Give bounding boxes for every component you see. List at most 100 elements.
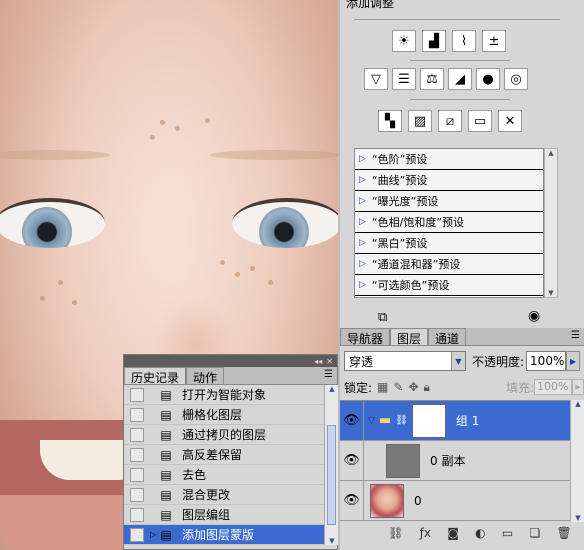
- document-icon: ▤: [160, 447, 172, 462]
- selective-color-icon[interactable]: ✕: [498, 110, 522, 132]
- tab-layers[interactable]: 图层: [390, 328, 429, 346]
- gradient-map-icon[interactable]: ▭: [468, 110, 492, 132]
- preset-item[interactable]: ▷ “色阶”预设: [355, 149, 543, 170]
- threshold-icon[interactable]: ⧄: [438, 110, 462, 132]
- history-list: ▤ 打开为智能对象 ▤ 栅格化图层 ▤ 通过拷贝的图层 ▤ 高反差保留 ▤ 去色 ▤ 混合更…: [124, 385, 324, 545]
- opacity-input[interactable]: 100%: [526, 351, 567, 371]
- layer-row-group-1[interactable]: 👁︎ ▽ ▬ ⛓ 组 1: [340, 400, 570, 441]
- snapshot-checkbox[interactable]: [130, 467, 144, 482]
- history-item[interactable]: ▤ 混合更改: [124, 485, 324, 505]
- hue-saturation-icon[interactable]: ☰: [392, 68, 416, 90]
- preset-item[interactable]: ▷ “曝光度”预设: [355, 191, 543, 212]
- eye-icon[interactable]: 👁︎: [340, 480, 364, 521]
- presets-list: ▷ “色阶”预设 ▷ “曲线”预设 ▷ “曝光度”预设 ▷ “色相/饱和度”预设 ▷ “黑…: [354, 148, 544, 298]
- tab-channels[interactable]: 通道: [428, 328, 467, 346]
- close-icon[interactable]: ✕: [326, 357, 333, 366]
- channel-mixer-icon[interactable]: ◎: [504, 68, 528, 90]
- layers-tabs: 导航器 图层 通道 ☰: [340, 328, 584, 346]
- preset-item[interactable]: ▷ “可选颜色”预设: [355, 275, 543, 296]
- layer-style-icon[interactable]: ƒx: [420, 526, 431, 540]
- preset-item[interactable]: ▷ “黑白”预设: [355, 233, 543, 254]
- scroll-down-icon[interactable]: ▼: [571, 514, 584, 522]
- snapshot-checkbox[interactable]: [130, 427, 144, 442]
- adjustment-layer-icon[interactable]: ◐: [475, 526, 485, 540]
- history-item[interactable]: ▤ 栅格化图层: [124, 405, 324, 425]
- invert-icon[interactable]: ▚: [378, 110, 402, 132]
- tab-history[interactable]: 历史记录: [124, 367, 187, 385]
- new-layer-icon[interactable]: ❏: [530, 526, 541, 540]
- snapshot-checkbox[interactable]: [130, 507, 144, 522]
- curves-icon[interactable]: ⌇: [452, 30, 476, 52]
- posterize-icon[interactable]: ▨: [408, 110, 432, 132]
- scroll-up-icon[interactable]: ▲: [545, 149, 557, 157]
- history-item[interactable]: ▤ 打开为智能对象: [124, 385, 324, 405]
- clip-to-layer-icon[interactable]: ⧉: [378, 310, 387, 325]
- panel-titlebar[interactable]: ◂◂ ✕: [124, 355, 337, 367]
- layer-row-0-copy[interactable]: 👁︎ 0 副本: [340, 440, 570, 481]
- panel-menu-icon[interactable]: ☰: [571, 330, 580, 341]
- layers-scrollbar[interactable]: ▲ ▼: [570, 400, 584, 522]
- history-item[interactable]: ▤ 去色: [124, 465, 324, 485]
- layer-name: 0: [414, 493, 422, 508]
- scroll-up-icon[interactable]: ▲: [571, 400, 584, 408]
- layer-list: 👁︎ ▽ ▬ ⛓ 组 1 👁︎ 0 副本 👁︎ 0: [340, 400, 570, 522]
- vibrance-icon[interactable]: ▽: [364, 68, 388, 90]
- tab-navigator[interactable]: 导航器: [340, 328, 391, 346]
- collapse-icon[interactable]: ◂◂: [314, 357, 322, 366]
- layer-row-0[interactable]: 👁︎ 0: [340, 480, 570, 521]
- add-mask-icon[interactable]: ◙: [447, 526, 459, 540]
- expand-icon: ▷: [359, 154, 366, 164]
- expand-icon: ▷: [359, 259, 366, 269]
- link-layers-icon[interactable]: ⛓: [388, 526, 403, 540]
- eye-icon[interactable]: 👁︎: [340, 440, 364, 481]
- brightness-icon[interactable]: ☀: [392, 30, 416, 52]
- layer-thumbnail: [386, 443, 420, 478]
- expand-icon[interactable]: ▽: [368, 416, 375, 426]
- blend-mode-select[interactable]: 穿透 ▼: [344, 351, 466, 371]
- layer-name: 0 副本: [430, 454, 466, 468]
- delete-layer-icon[interactable]: 🗑︎: [557, 526, 572, 540]
- new-group-icon[interactable]: ▭: [502, 526, 513, 540]
- snapshot-checkbox[interactable]: [130, 387, 144, 402]
- levels-icon[interactable]: ▟: [422, 30, 446, 52]
- fill-slider-icon[interactable]: ▶: [572, 379, 584, 395]
- snapshot-checkbox[interactable]: [130, 487, 144, 502]
- mask-thumbnail[interactable]: [411, 403, 446, 438]
- history-item[interactable]: ▤ 通过拷贝的图层: [124, 425, 324, 445]
- preset-item[interactable]: ▷ “通道混和器”预设: [355, 254, 543, 275]
- lock-all-icon[interactable]: 🔒︎: [424, 380, 430, 395]
- lock-transparency-icon[interactable]: ▦: [377, 380, 388, 394]
- scroll-thumb[interactable]: [327, 425, 336, 525]
- history-item-selected[interactable]: ▷ ▤ 添加图层蒙版: [124, 525, 324, 545]
- divider: [354, 19, 560, 20]
- folder-icon: ▬: [378, 413, 392, 428]
- visibility-toggle-icon[interactable]: ◉: [528, 308, 540, 324]
- preset-item[interactable]: ▷ “色相/饱和度”预设: [355, 212, 543, 233]
- preset-item[interactable]: ▷ “曲线”预设: [355, 170, 543, 191]
- opacity-slider-icon[interactable]: ▶: [566, 351, 581, 371]
- panel-menu-icon[interactable]: ☰: [324, 369, 333, 380]
- presets-scrollbar[interactable]: ▲ ▼: [544, 148, 558, 298]
- eye-icon[interactable]: 👁︎: [340, 400, 364, 441]
- scroll-up-icon[interactable]: ▲: [325, 385, 339, 393]
- snapshot-checkbox[interactable]: [130, 527, 144, 542]
- black-white-icon[interactable]: ◢: [448, 68, 472, 90]
- history-scrollbar[interactable]: ▲ ▼: [324, 385, 338, 545]
- photo-filter-icon[interactable]: ●: [476, 68, 500, 90]
- snapshot-checkbox[interactable]: [130, 447, 144, 462]
- history-item[interactable]: ▤ 高反差保留: [124, 445, 324, 465]
- document-icon: ▤: [160, 407, 172, 422]
- fill-input[interactable]: 100%: [534, 379, 572, 395]
- exposure-icon[interactable]: ±: [482, 30, 506, 52]
- layer-name: 组 1: [455, 414, 480, 428]
- tab-actions[interactable]: 动作: [186, 367, 225, 385]
- expand-icon: ▷: [359, 175, 366, 185]
- link-icon[interactable]: ⛓: [395, 415, 408, 426]
- snapshot-checkbox[interactable]: [130, 407, 144, 422]
- history-item[interactable]: ▤ 图层编组: [124, 505, 324, 525]
- scroll-down-icon[interactable]: ▼: [325, 537, 339, 545]
- lock-pixels-icon[interactable]: ✎: [393, 380, 403, 394]
- scroll-down-icon[interactable]: ▼: [545, 289, 557, 297]
- lock-position-icon[interactable]: ✥: [408, 380, 418, 394]
- color-balance-icon[interactable]: ⚖: [420, 68, 444, 90]
